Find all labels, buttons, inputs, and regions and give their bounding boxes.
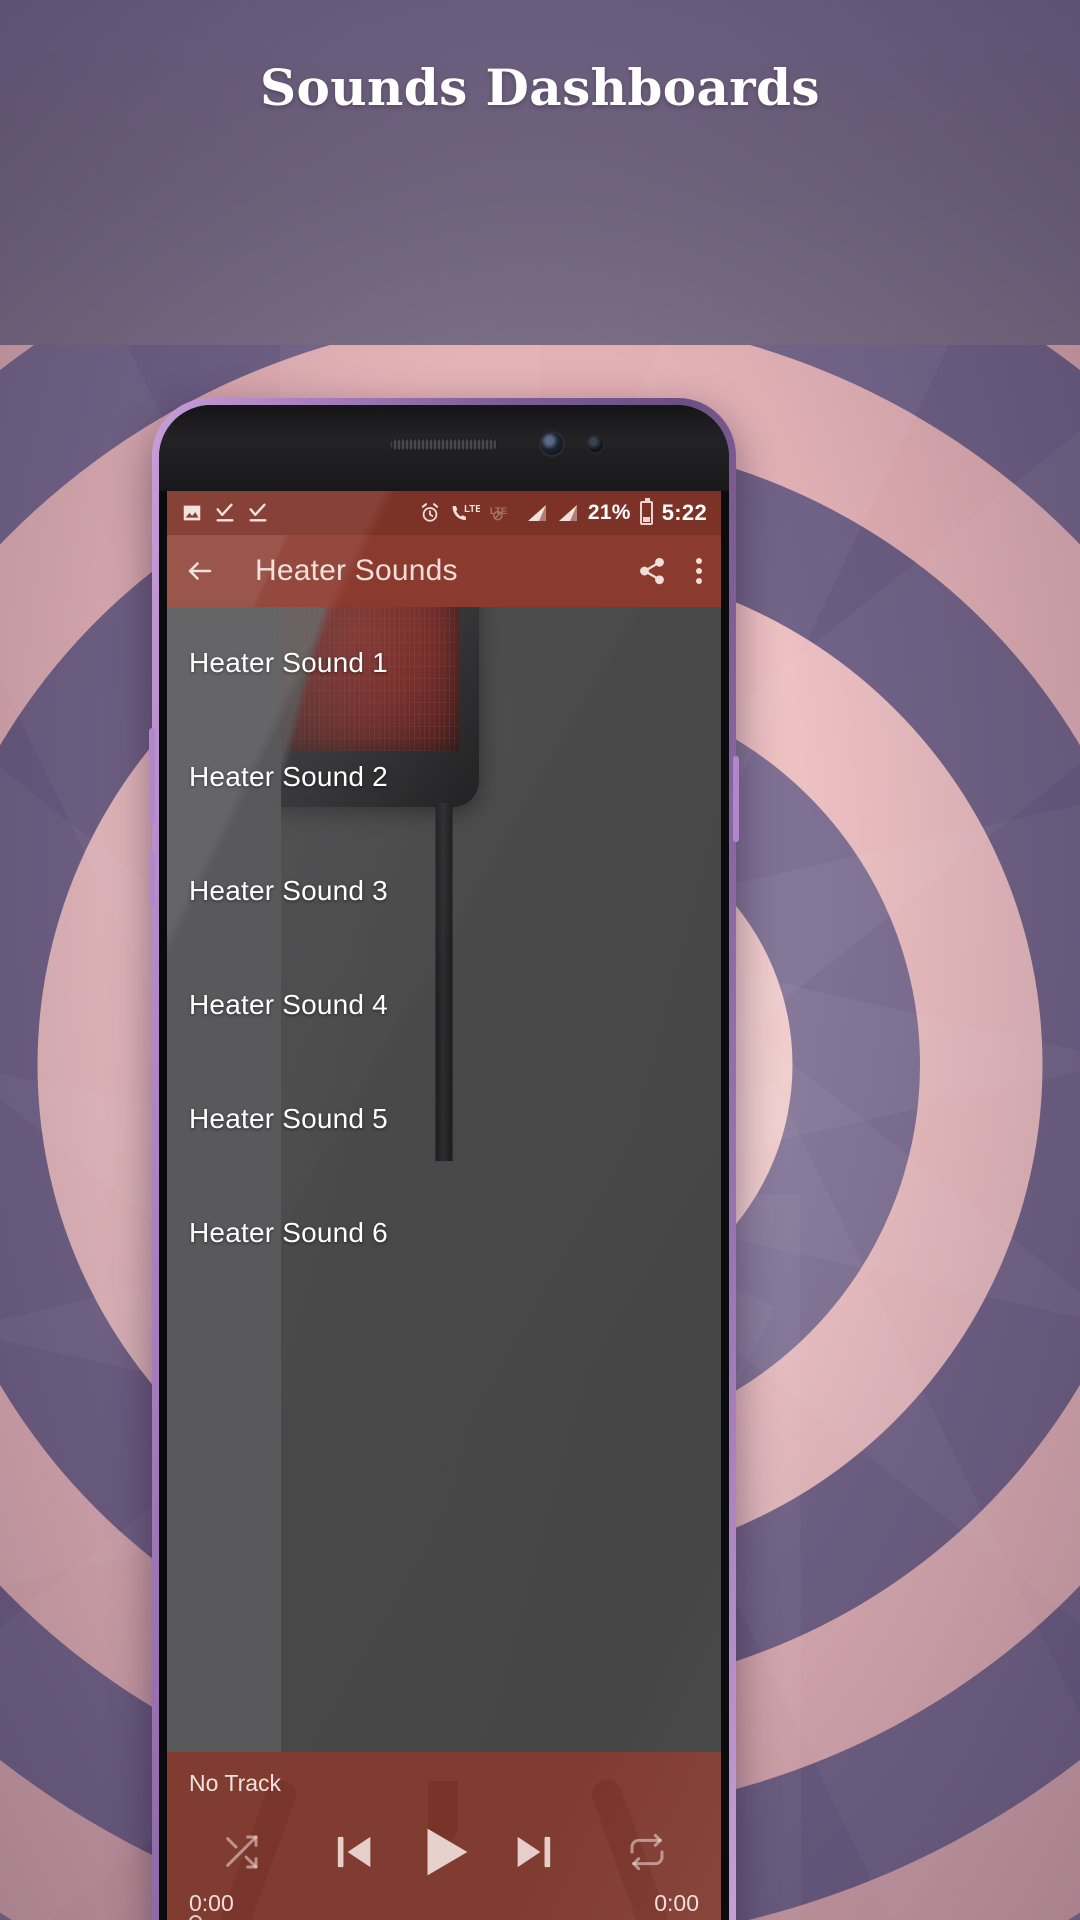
battery-percent-label: 21% [587, 501, 631, 524]
signal-bars-icon [526, 503, 548, 523]
clock-label: 5:22 [661, 500, 707, 525]
lte-call-icon: LTE [450, 502, 480, 524]
sound-list-item[interactable]: Heater Sound 1 [167, 627, 721, 699]
sound-list-item-label: Heater Sound 5 [189, 1103, 388, 1134]
app-bar: Heater Sounds [167, 535, 721, 607]
volume-button [149, 728, 155, 824]
player-controls [167, 1814, 721, 1890]
phone-frame: LTE LTE 21% 5:22 Heater Sounds Heater So… [149, 398, 739, 1920]
elapsed-time-label: 0:00 [189, 1890, 234, 1916]
svg-text:LTE: LTE [464, 504, 480, 515]
iris-sensor-icon [587, 436, 603, 452]
app-bar-actions [637, 556, 703, 586]
now-playing-title: No Track [189, 1770, 282, 1796]
alarm-icon [419, 502, 441, 524]
seek-bar[interactable] [189, 1914, 699, 1920]
download-done-icon [214, 502, 236, 524]
sound-list[interactable]: Heater Sound 1 Heater Sound 2 Heater Sound… [167, 607, 721, 1752]
sound-list-item[interactable]: Heater Sound 4 [167, 969, 721, 1041]
sound-list-item-label: Heater Sound 3 [189, 875, 388, 906]
player-times: 0:00 0:00 [167, 1890, 721, 1917]
phone-mockup: LTE LTE 21% 5:22 Heater Sounds Heater So… [149, 398, 739, 1920]
sound-list-item-label: Heater Sound 4 [189, 989, 388, 1020]
skip-next-icon[interactable] [492, 1826, 578, 1878]
seek-bar-thumb[interactable] [189, 1915, 202, 1920]
assistant-button [149, 850, 155, 906]
status-bar-left [181, 502, 269, 524]
player-bar: No Track 0:00 0:00 [167, 1752, 721, 1920]
power-button [733, 756, 739, 842]
status-bar-right: LTE LTE 21% 5:22 [419, 498, 707, 526]
sound-list-item-label: Heater Sound 6 [189, 1217, 388, 1248]
signal-bars-icon [557, 503, 579, 523]
front-camera-icon [541, 433, 563, 455]
download-done-icon [247, 502, 269, 524]
image-icon [181, 502, 203, 524]
phone-screen: LTE LTE 21% 5:22 Heater Sounds Heater So… [167, 491, 721, 1920]
status-bar: LTE LTE 21% 5:22 [167, 491, 721, 535]
more-vertical-icon[interactable] [695, 556, 703, 586]
play-icon[interactable] [396, 1819, 492, 1885]
sound-list-item[interactable]: Heater Sound 6 [167, 1197, 721, 1269]
sound-list-item-label: Heater Sound 1 [189, 647, 388, 678]
share-icon[interactable] [637, 556, 667, 586]
earpiece-speaker [390, 439, 498, 450]
sound-list-item-label: Heater Sound 2 [189, 761, 388, 792]
app-bar-title: Heater Sounds [255, 554, 458, 587]
phone-body: LTE LTE 21% 5:22 Heater Sounds Heater So… [159, 405, 729, 1920]
battery-low-icon [639, 498, 653, 525]
repeat-icon[interactable] [612, 1832, 682, 1872]
page-title: Sounds Dashboards [260, 58, 820, 117]
skip-previous-icon[interactable] [310, 1826, 396, 1878]
back-arrow-icon[interactable] [185, 556, 215, 586]
total-time-label: 0:00 [654, 1890, 699, 1916]
phone-top-bezel [159, 405, 729, 491]
shuffle-icon[interactable] [206, 1832, 276, 1872]
lte-disabled-icon: LTE [489, 502, 517, 524]
sound-list-item[interactable]: Heater Sound 2 [167, 741, 721, 813]
sound-list-item[interactable]: Heater Sound 5 [167, 1083, 721, 1155]
sound-list-item[interactable]: Heater Sound 3 [167, 855, 721, 927]
